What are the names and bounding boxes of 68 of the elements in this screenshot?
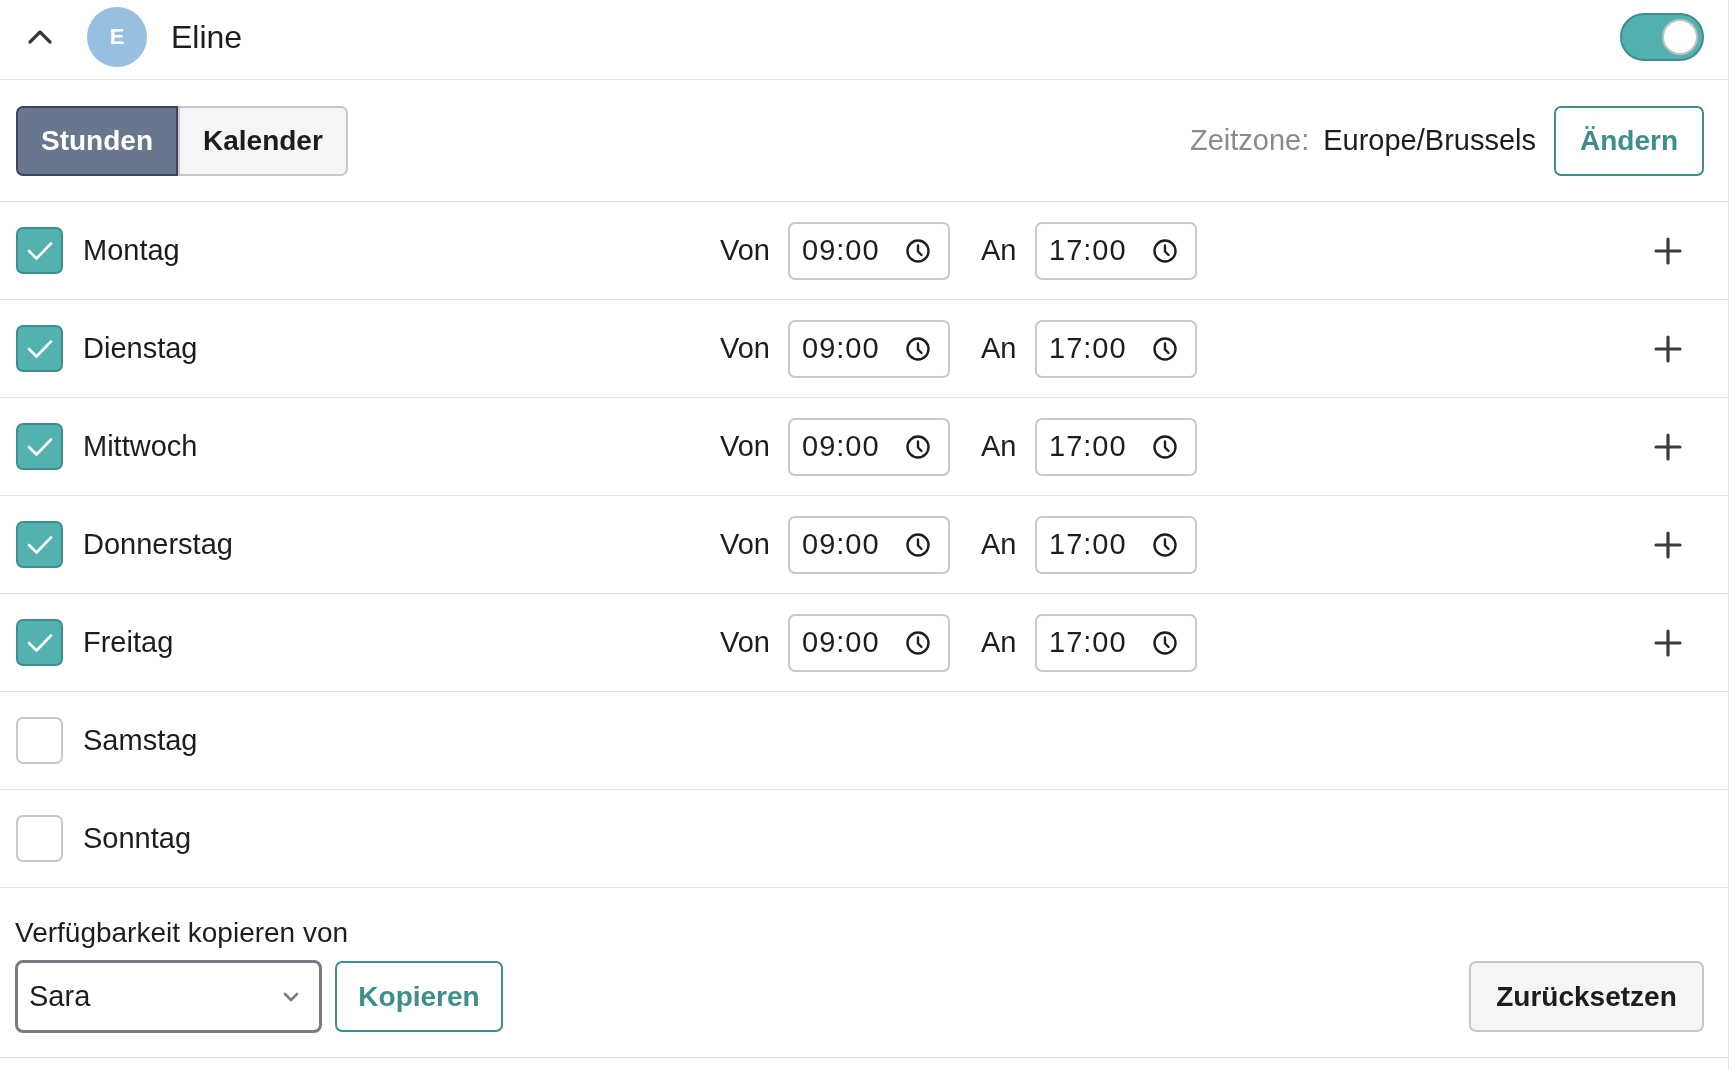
- time-field[interactable]: 17:00: [1035, 221, 1197, 280]
- clock-icon: [905, 237, 931, 264]
- time-field[interactable]: 09:00: [788, 613, 950, 672]
- day-label: Donnerstag: [83, 526, 233, 562]
- day-label: Dienstag: [83, 330, 198, 366]
- to-label: An: [981, 330, 1018, 366]
- time-field[interactable]: 09:00: [788, 417, 950, 476]
- check-icon: [26, 534, 53, 555]
- time-field[interactable]: 17:00: [1035, 417, 1197, 476]
- checkbox[interactable]: [16, 619, 63, 666]
- plus-icon: [1654, 530, 1682, 559]
- from-label: Von: [720, 428, 771, 464]
- clock-icon: [905, 433, 931, 460]
- check-icon: [26, 240, 53, 261]
- from-label: Von: [720, 232, 771, 268]
- plus-icon: [1654, 628, 1682, 657]
- user-name: Eline: [171, 17, 243, 57]
- time-field[interactable]: 09:00: [788, 319, 950, 378]
- clock-icon: [1152, 531, 1178, 558]
- checkbox[interactable]: [16, 227, 63, 274]
- clock-icon: [905, 629, 931, 656]
- from-label: Von: [720, 526, 771, 562]
- checkbox[interactable]: [16, 815, 63, 862]
- clock-icon: [1152, 433, 1178, 460]
- tab[interactable]: Stunden: [16, 105, 178, 176]
- time-field[interactable]: 09:00: [788, 221, 950, 280]
- time-field[interactable]: 17:00: [1035, 319, 1197, 378]
- select-field[interactable]: Sara: [15, 960, 322, 1033]
- timezone-value: Europe/Brussels: [1323, 122, 1536, 158]
- toggle-switch[interactable]: [1620, 12, 1704, 61]
- chevron-up-icon[interactable]: [28, 29, 52, 44]
- checkbox[interactable]: [16, 717, 63, 764]
- day-label: Sonntag: [83, 820, 192, 856]
- from-label: Von: [720, 624, 771, 660]
- plus-icon: [1654, 236, 1682, 265]
- clock-icon: [1152, 629, 1178, 656]
- checkbox[interactable]: [16, 325, 63, 372]
- check-icon: [26, 632, 53, 653]
- timezone-label: Zeitzone:: [1189, 122, 1310, 158]
- to-label: An: [981, 232, 1018, 268]
- checkbox[interactable]: [16, 521, 63, 568]
- time-field[interactable]: 09:00: [788, 515, 950, 574]
- clock-icon: [905, 531, 931, 558]
- day-label: Montag: [83, 232, 180, 268]
- change-button[interactable]: Ändern: [1554, 105, 1704, 176]
- to-label: An: [981, 624, 1018, 660]
- day-label: Samstag: [83, 722, 198, 758]
- check-icon: [26, 436, 53, 457]
- avatar: E: [87, 6, 147, 67]
- copy-label: Verfügbarkeit kopieren von: [15, 917, 349, 949]
- clock-icon: [1152, 335, 1178, 362]
- check-icon: [26, 338, 53, 359]
- chevron-down-icon: [283, 991, 299, 1002]
- plus-icon: [1654, 432, 1682, 461]
- clock-icon: [905, 335, 931, 362]
- checkbox[interactable]: [16, 423, 63, 470]
- from-label: Von: [720, 330, 771, 366]
- day-label: Mittwoch: [83, 428, 198, 464]
- plus-icon: [1654, 334, 1682, 363]
- reset-button[interactable]: Zurücksetzen: [1469, 961, 1704, 1032]
- copy-button[interactable]: Kopieren: [335, 961, 503, 1032]
- to-label: An: [981, 428, 1018, 464]
- day-label: Freitag: [83, 624, 174, 660]
- to-label: An: [981, 526, 1018, 562]
- time-field[interactable]: 17:00: [1035, 613, 1197, 672]
- clock-icon: [1152, 237, 1178, 264]
- tab[interactable]: Kalender: [178, 105, 348, 176]
- time-field[interactable]: 17:00: [1035, 515, 1197, 574]
